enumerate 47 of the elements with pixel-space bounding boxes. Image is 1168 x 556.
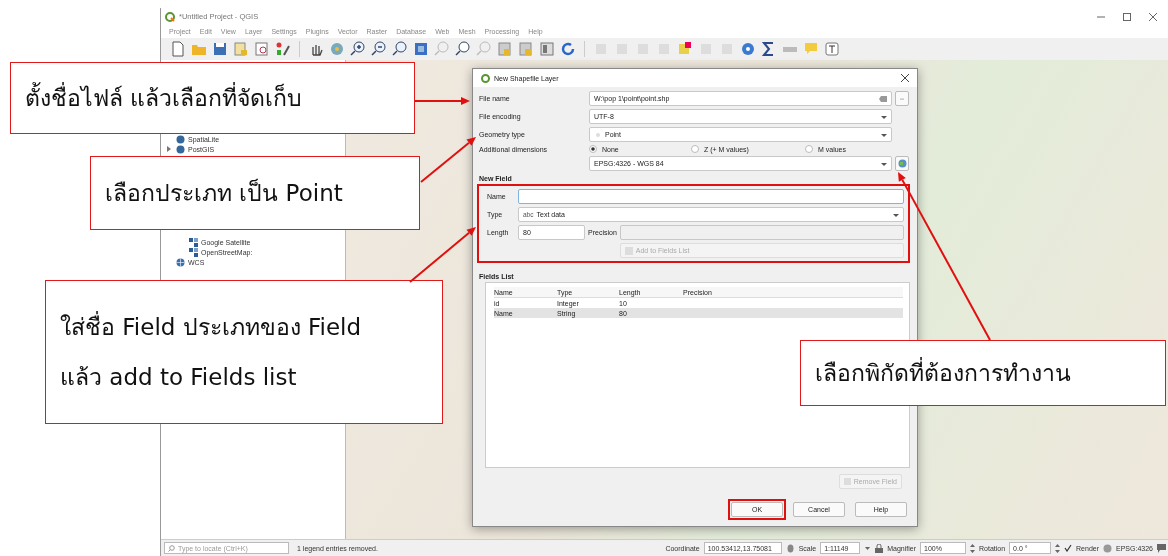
refresh-icon[interactable] (559, 40, 577, 58)
style-manager-icon[interactable] (274, 40, 292, 58)
caret-icon[interactable] (864, 544, 872, 552)
app-logo-icon (165, 11, 175, 22)
zoom-out-icon[interactable] (370, 40, 388, 58)
radio-button[interactable] (589, 145, 597, 153)
close-icon[interactable] (901, 74, 909, 82)
zoom-native-icon[interactable] (391, 40, 409, 58)
tile-grid-icon (189, 247, 198, 257)
gear-icon[interactable] (739, 40, 757, 58)
tile-icon[interactable] (538, 40, 556, 58)
bookmark-icon[interactable] (517, 40, 535, 58)
lock-icon[interactable] (875, 543, 884, 553)
spinner-icon[interactable] (970, 543, 975, 553)
clear-icon[interactable] (879, 95, 887, 102)
render-checkbox[interactable] (1064, 544, 1073, 552)
text-annotation-icon[interactable] (823, 40, 841, 58)
caret-icon (881, 113, 887, 120)
point-geometry-icon (594, 130, 602, 139)
search-icon (168, 544, 175, 552)
callout-text: ตั้งชื่อไฟล์ แล้วเลือกที่จัดเก็บ (25, 80, 400, 116)
app-logo-icon (481, 73, 490, 83)
zoom-layer-icon[interactable] (454, 40, 472, 58)
message-icon[interactable] (1157, 543, 1166, 553)
document-icon[interactable] (169, 40, 187, 58)
bookmark-icon[interactable] (496, 40, 514, 58)
crs-select-button[interactable] (895, 156, 909, 171)
maximize-icon[interactable] (1123, 12, 1131, 21)
precision-field[interactable] (619, 225, 904, 240)
caret-icon (881, 160, 887, 167)
callout-text: แล้ว add to Fields list (60, 363, 298, 392)
browse-button[interactable] (895, 91, 909, 106)
caret-icon (893, 211, 899, 218)
zoom-in-icon[interactable] (349, 40, 367, 58)
mouse-icon[interactable] (785, 543, 795, 553)
tile-grid-icon (189, 237, 198, 247)
callout-text: ใส่ชื่อ Field ประเภทของ Field (60, 309, 428, 345)
close-icon[interactable] (1149, 12, 1157, 21)
name-field[interactable] (518, 189, 904, 204)
expand-arrow-icon[interactable] (166, 146, 172, 152)
radio-button[interactable] (805, 145, 813, 153)
callout-text: เลือกประเภท เป็น Point (105, 177, 344, 208)
caret-icon (881, 131, 887, 138)
callout-text: เลือกพิกัดที่ต้องการทำงาน (815, 355, 1151, 391)
save-icon[interactable] (211, 40, 229, 58)
spinner-icon[interactable] (1055, 543, 1061, 553)
radio-button[interactable] (691, 145, 699, 153)
